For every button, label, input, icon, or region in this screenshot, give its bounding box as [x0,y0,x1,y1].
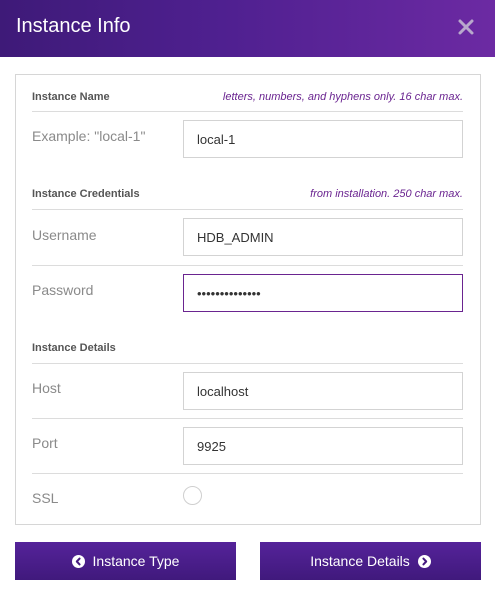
host-input[interactable] [183,372,463,410]
section-title-instance-name: Instance Name [32,91,110,103]
instance-details-button[interactable]: Instance Details [260,542,481,580]
circle-chevron-right-icon [417,554,431,568]
section-title-instance-credentials: Instance Credentials [32,188,140,200]
port-input[interactable] [183,427,463,465]
instance-type-button-label: Instance Type [92,553,180,569]
username-input[interactable] [183,218,463,256]
ssl-label: SSL [32,490,59,506]
close-icon[interactable] [456,17,476,37]
ssl-radio[interactable] [183,486,202,505]
dialog-header: Instance Info [0,0,495,57]
divider [32,265,463,266]
divider [32,418,463,419]
instance-name-label: Example: "local-1" [32,128,146,144]
host-label: Host [32,380,61,396]
divider [32,363,463,364]
instance-name-input[interactable] [183,120,463,158]
dialog-title: Instance Info [16,15,131,37]
password-label: Password [32,282,94,298]
instance-type-button[interactable]: Instance Type [15,542,236,580]
section-title-instance-details: Instance Details [32,342,116,354]
port-label: Port [32,435,58,451]
divider [32,473,463,474]
password-input[interactable] [183,274,463,312]
instance-details-button-label: Instance Details [310,553,410,569]
instance-form-card: Instance Name letters, numbers, and hyph… [15,74,481,525]
divider [32,209,463,210]
instance-name-hint: letters, numbers, and hyphens only. 16 c… [222,91,463,103]
username-label: Username [32,227,97,243]
divider [32,111,463,112]
circle-chevron-left-icon [71,554,85,568]
instance-credentials-hint: from installation. 250 char max. [310,188,463,200]
